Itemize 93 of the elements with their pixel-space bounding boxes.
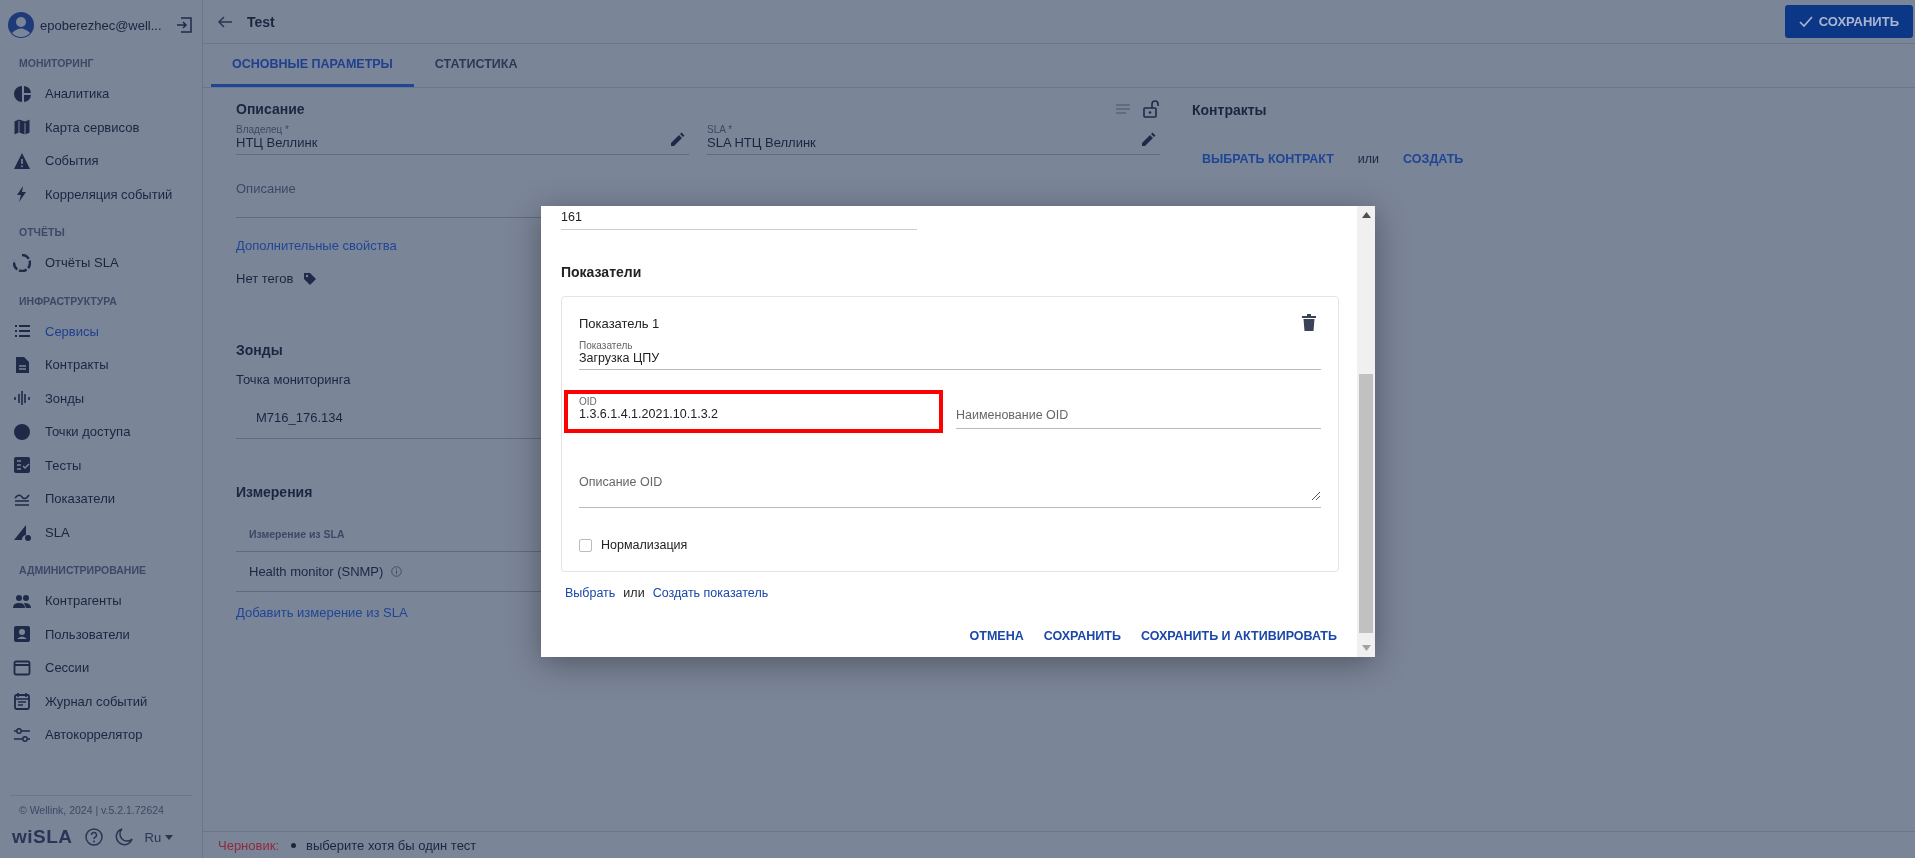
pencil-icon[interactable]: [669, 132, 685, 148]
sidebar-item[interactable]: Пользователи: [0, 617, 202, 651]
sidebar-item[interactable]: Карта сервисов: [0, 110, 202, 144]
check-icon: [1798, 15, 1813, 28]
sidebar-item[interactable]: Тесты: [0, 448, 202, 482]
trash-icon[interactable]: [1301, 314, 1317, 332]
warning-icon: [13, 151, 31, 170]
sliders-icon: [13, 725, 31, 744]
add-measurement-link[interactable]: Добавить измерение из SLA: [236, 605, 408, 620]
dialog-button[interactable]: СОХРАНИТЬ И АКТИВИРОВАТЬ: [1140, 629, 1337, 643]
save-button[interactable]: СОХРАНИТЬ: [1784, 5, 1913, 38]
section-heading: Зонды: [236, 342, 283, 358]
copyright-text: © Wellink, 2024 | v.5.2.1.72624: [19, 804, 164, 816]
table-cell: Health monitor (SNMP): [249, 564, 384, 579]
signal-bars-icon: [13, 389, 31, 408]
dialog-button[interactable]: ОТМЕНА: [969, 629, 1024, 643]
or-text: или: [623, 586, 645, 600]
oid-name-field[interactable]: Наименование OID: [956, 408, 1321, 429]
status-message: выберите хотя бы один тест: [306, 837, 477, 853]
select-contract-link[interactable]: ВЫБРАТЬ КОНТРАКТ: [1202, 152, 1334, 166]
sidebar-section-title: МОНИТОРИНГ: [18, 57, 95, 69]
checkbox[interactable]: [579, 538, 592, 552]
scrollbar-thumb[interactable]: [1359, 374, 1373, 633]
logo: wiSLA: [12, 826, 73, 848]
help-icon[interactable]: [84, 828, 103, 846]
scroll-up-icon[interactable]: [1361, 212, 1371, 218]
sidebar-item[interactable]: Контракты: [0, 348, 202, 382]
pie-chart-icon: [13, 84, 31, 103]
sidebar-item[interactable]: Корреляция событий: [0, 177, 202, 211]
create-link[interactable]: СОЗДАТЬ: [1403, 152, 1464, 166]
or-text: или: [1357, 152, 1380, 166]
monitoring-point-value: M716_176.134: [256, 410, 343, 425]
tags-text: Нет тегов: [236, 271, 294, 286]
caret-icon[interactable]: [165, 834, 174, 840]
language-select[interactable]: Ru: [144, 829, 174, 845]
avatar-icon: [8, 12, 34, 38]
sidebar-section-title: ОТЧЁТЫ: [18, 226, 66, 238]
section-heading: Контракты: [1192, 102, 1267, 118]
sidebar-item[interactable]: Показатели: [0, 482, 202, 516]
dialog-heading: Показатели: [561, 264, 643, 280]
indicator-field[interactable]: Показатель Загрузка ЦПУ: [579, 332, 1321, 370]
select-field[interactable]: SLA * SLA НТЦ Веллинк: [707, 124, 1160, 155]
sidebar-item[interactable]: Зонды: [0, 381, 202, 415]
map-icon: [13, 118, 31, 137]
input-field[interactable]: 161: [561, 206, 917, 230]
user-email: epoberezhec@well...: [40, 17, 163, 33]
sidebar-section-title: АДМИНИСТРИРОВАНИЕ: [18, 564, 147, 576]
status-label: Черновик:: [218, 837, 279, 853]
oid-field[interactable]: OID 1.3.6.1.4.1.2021.10.1.3.2: [579, 396, 939, 421]
sidebar-item[interactable]: SLA: [0, 515, 202, 549]
info-icon[interactable]: [391, 566, 403, 577]
dialog-button[interactable]: СОХРАНИТЬ: [1043, 629, 1121, 643]
additional-properties-link[interactable]: Дополнительные свойства: [236, 238, 397, 253]
sidebar-item[interactable]: Автокоррелятор: [0, 718, 202, 752]
sidebar-item[interactable]: Отчёты SLA: [0, 246, 202, 280]
triangle-gear-icon: [13, 523, 31, 542]
window-icon: [13, 658, 31, 677]
moon-icon[interactable]: [114, 828, 133, 846]
column-header: Измерение из SLA: [249, 528, 345, 540]
select-link[interactable]: Выбрать: [565, 586, 616, 600]
pencil-icon[interactable]: [1140, 132, 1156, 148]
card-title: Показатель 1: [579, 315, 660, 331]
sidebar-item[interactable]: Сессии: [0, 651, 202, 685]
calendar-icon: [13, 692, 31, 711]
checkbox-label: Нормализация: [601, 538, 688, 552]
page-title: Test: [247, 13, 276, 30]
sidebar-item[interactable]: Аналитика: [0, 77, 202, 111]
sidebar-item[interactable]: События: [0, 144, 202, 178]
tab[interactable]: ОСНОВНЫЕ ПАРАМЕТРЫ: [211, 44, 414, 87]
create-indicator-link[interactable]: Создать показатель: [652, 586, 769, 600]
back-arrow-icon[interactable]: [217, 13, 233, 30]
document-icon: [13, 355, 31, 374]
tab[interactable]: СТАТИСТИКА: [413, 44, 539, 87]
unlocked-padlock-icon[interactable]: [1142, 100, 1160, 118]
bullet-icon: [291, 842, 296, 848]
sidebar-item[interactable]: Контрагенты: [0, 584, 202, 618]
select-field[interactable]: Владелец * НТЦ Веллинк: [236, 124, 689, 155]
circle-icon: [13, 422, 31, 441]
tag-icon[interactable]: [303, 272, 317, 285]
section-heading: Описание: [236, 101, 306, 117]
field-label: Точка мониторинга: [236, 372, 351, 387]
sidebar-section-title: ИНФРАСТРУКТУРА: [18, 294, 118, 307]
ring-icon: [13, 253, 31, 272]
scroll-down-icon[interactable]: [1361, 645, 1371, 651]
section-heading: Измерения: [236, 484, 313, 500]
checklist-icon: [13, 456, 31, 475]
sidebar-item[interactable]: Сервисы: [0, 314, 202, 348]
sidebar-item[interactable]: Точки доступа: [0, 415, 202, 449]
contact-card-icon: [13, 625, 31, 644]
resize-handle-icon[interactable]: [1311, 491, 1321, 501]
sidebar-item[interactable]: Журнал событий: [0, 684, 202, 718]
oid-description-field[interactable]: Описание OID: [579, 469, 1321, 508]
logout-icon[interactable]: [176, 17, 192, 33]
